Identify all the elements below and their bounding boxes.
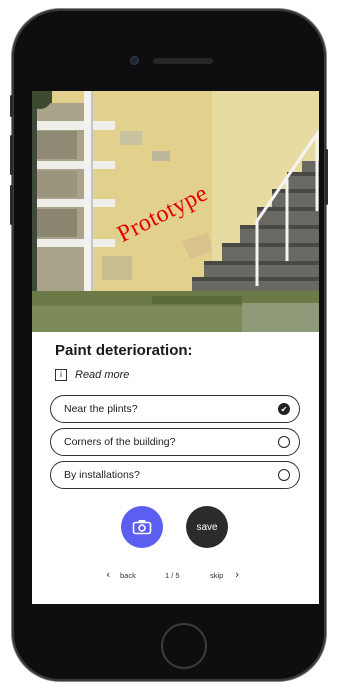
question-title: Paint deterioration: bbox=[55, 342, 193, 359]
skip-button[interactable]: skip bbox=[210, 571, 223, 580]
option-installations[interactable]: By installations? bbox=[50, 461, 300, 489]
mute-switch bbox=[10, 95, 13, 117]
radio-empty-icon bbox=[278, 469, 290, 481]
earpiece-speaker bbox=[153, 58, 213, 64]
volume-up-button bbox=[10, 135, 13, 175]
volume-down-button bbox=[10, 185, 13, 225]
save-button[interactable]: save bbox=[186, 506, 228, 548]
chevron-left-icon[interactable]: ‹ bbox=[106, 568, 110, 581]
option-corners[interactable]: Corners of the building? bbox=[50, 428, 300, 456]
camera-button[interactable] bbox=[121, 506, 163, 548]
check-icon: ✔ bbox=[278, 403, 290, 415]
info-icon: i bbox=[55, 369, 67, 381]
option-near-plints[interactable]: Near the plints? ✔ bbox=[50, 395, 300, 423]
option-label: Corners of the building? bbox=[64, 436, 176, 448]
camera-icon bbox=[132, 520, 152, 535]
front-camera bbox=[130, 56, 139, 65]
radio-empty-icon bbox=[278, 436, 290, 448]
building-photo: Prototype bbox=[32, 91, 319, 332]
read-more-link[interactable]: i Read more bbox=[55, 369, 129, 381]
option-label: Near the plints? bbox=[64, 403, 138, 415]
power-button bbox=[325, 149, 328, 205]
home-button[interactable] bbox=[161, 623, 207, 669]
chevron-right-icon[interactable]: › bbox=[235, 568, 239, 581]
pager: ‹ back 1 / 5 skip › bbox=[32, 568, 319, 583]
option-label: By installations? bbox=[64, 469, 140, 481]
back-button[interactable]: back bbox=[120, 571, 136, 580]
app-screen: Prototype Paint deterioration: i Read mo… bbox=[32, 91, 319, 604]
page-indicator: 1 / 5 bbox=[165, 571, 180, 580]
read-more-label: Read more bbox=[75, 369, 130, 381]
